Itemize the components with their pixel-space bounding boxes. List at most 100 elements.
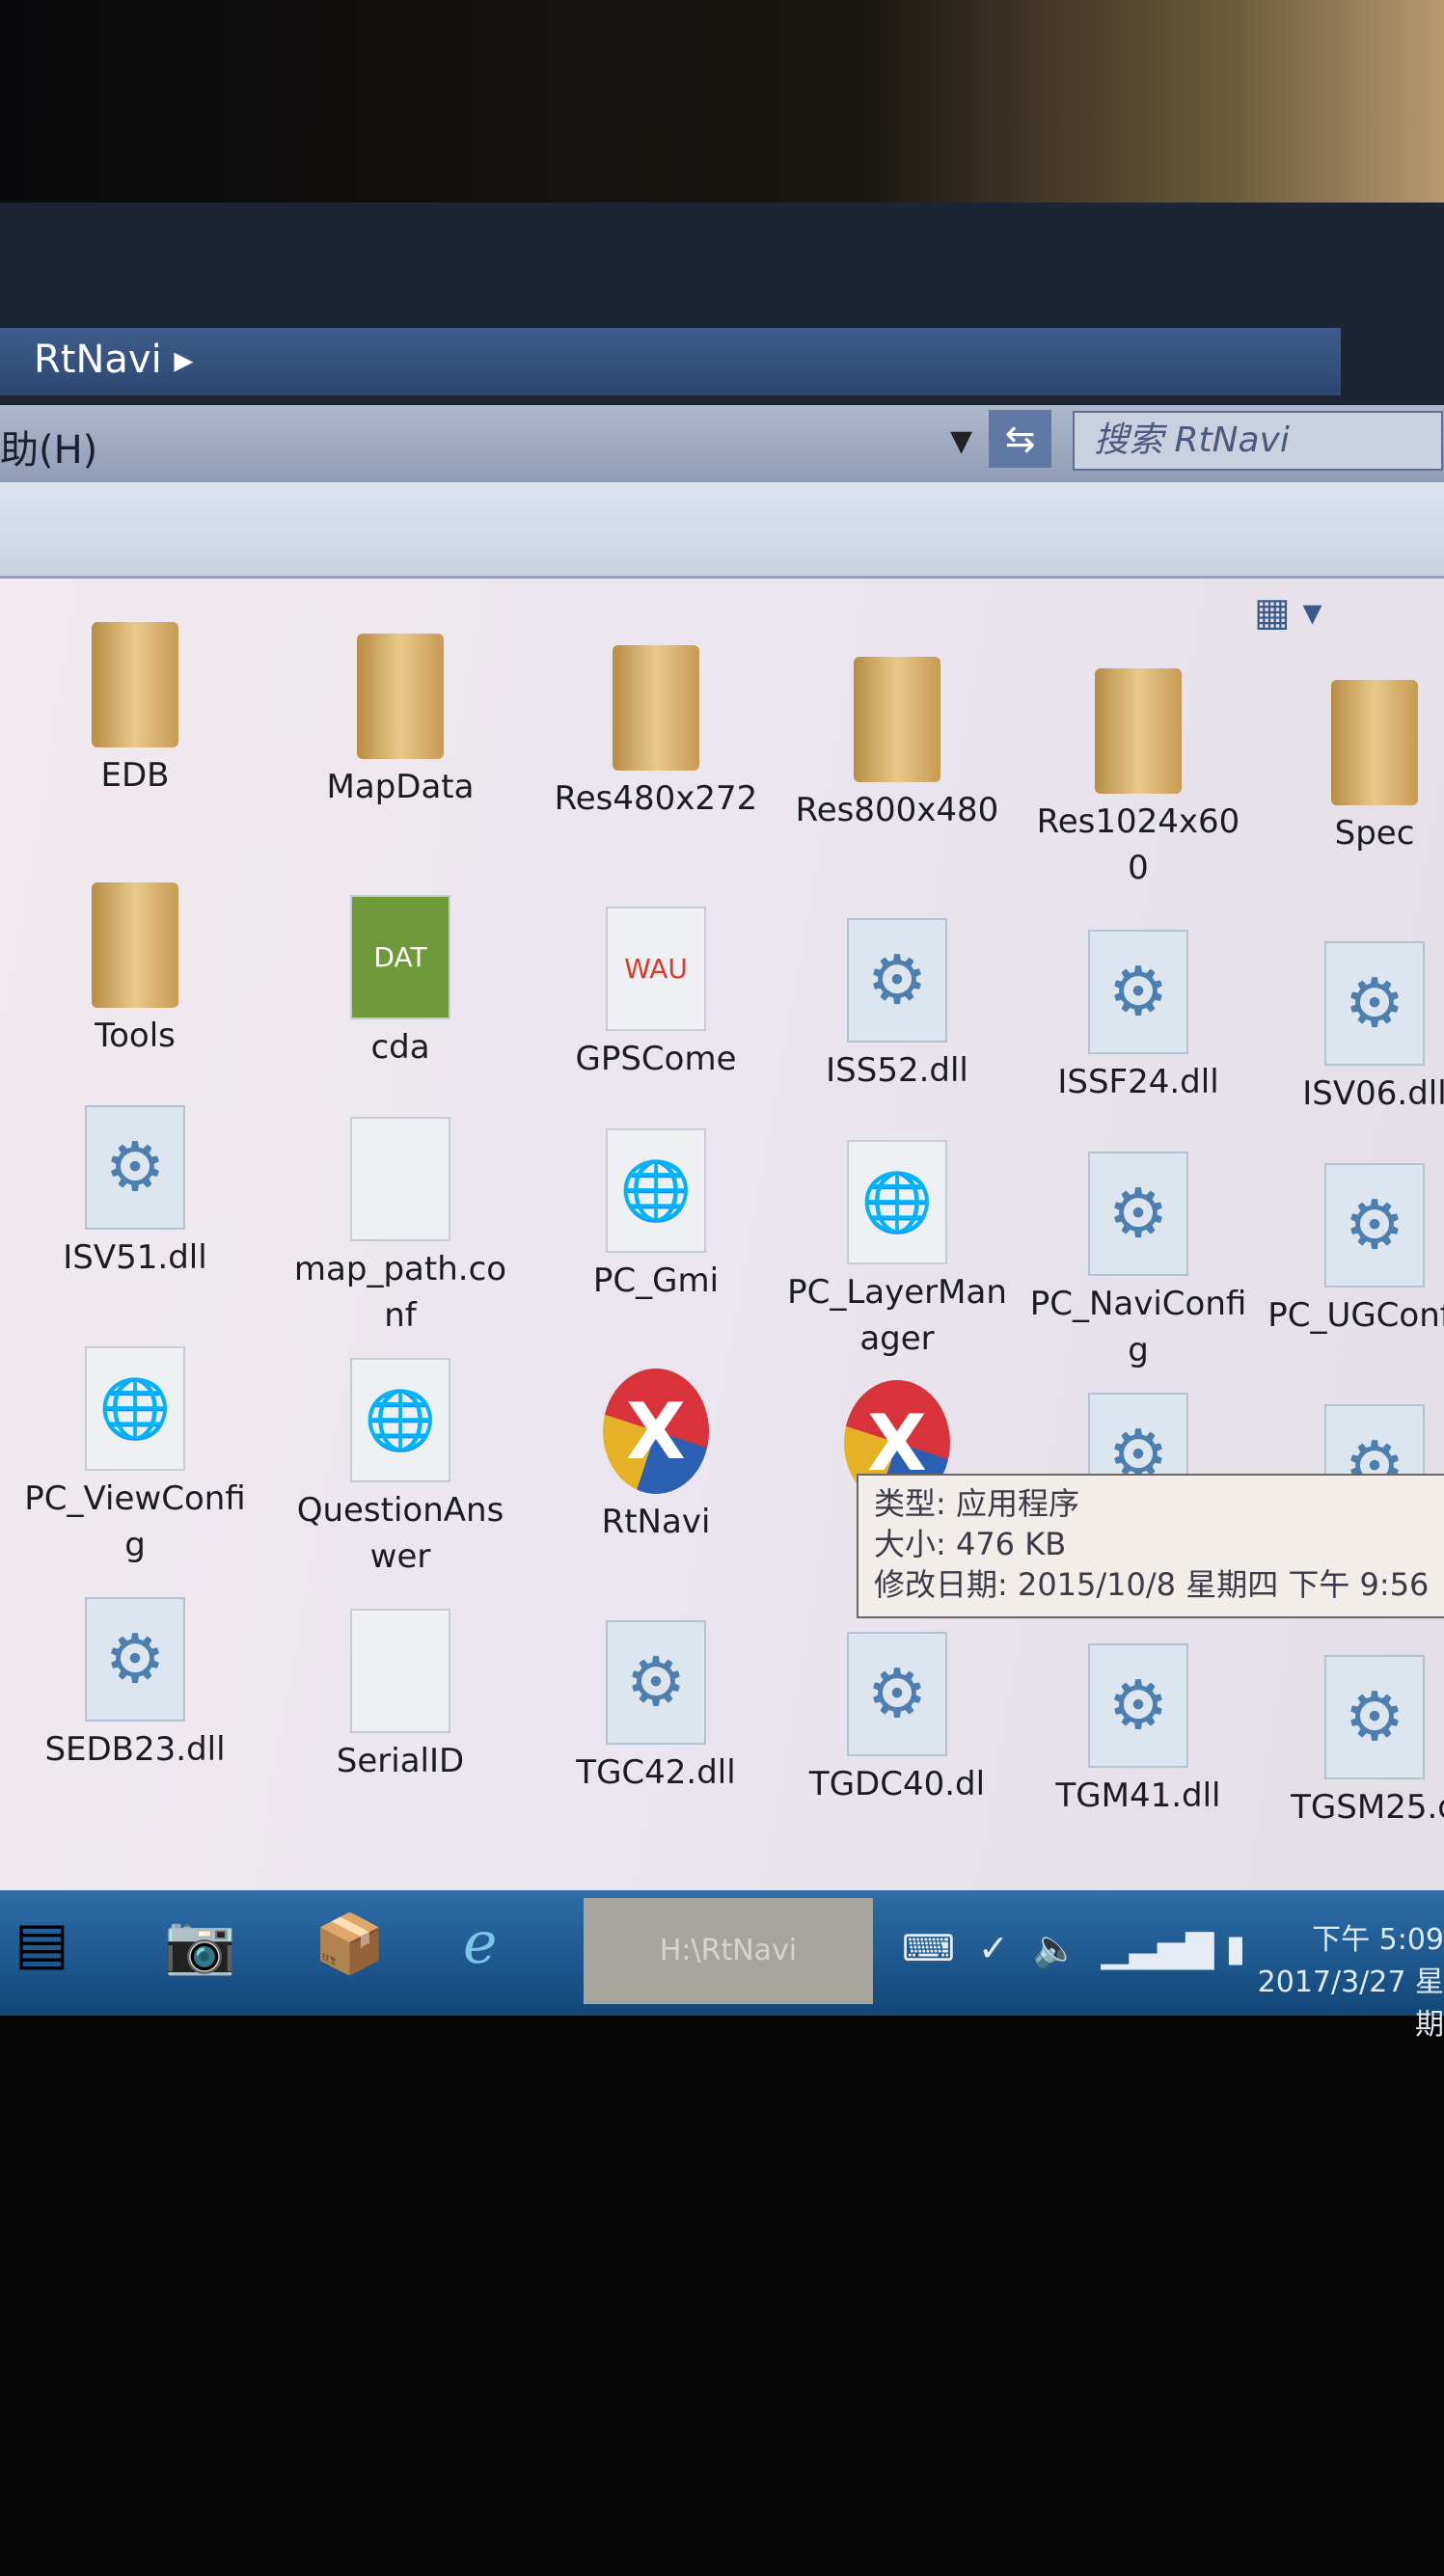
taskbar-explorer-window[interactable]: H:\RtNavi bbox=[584, 1898, 873, 2004]
file-name: ISV51.dll bbox=[63, 1238, 207, 1277]
file-item[interactable]: 🌐 QuestionAnswer bbox=[289, 1352, 511, 1580]
file-item[interactable]: Res480x272 bbox=[545, 640, 767, 822]
signal-icon[interactable]: ▁▃▅▇ bbox=[1102, 1927, 1214, 1969]
background-desk bbox=[0, 0, 1444, 212]
clock-time: 下午 5:09 bbox=[1312, 1923, 1444, 1957]
file-item[interactable]: ⚙ TGSM25.d bbox=[1264, 1649, 1444, 1830]
folder-icon bbox=[82, 617, 188, 752]
view-options-icon[interactable]: ▦ ▾ bbox=[1254, 590, 1322, 635]
file-list: ▦ ▾ EDB MapData Res480x272 Res800x480 Res102… bbox=[0, 579, 1444, 1890]
dat-file-icon: DAT bbox=[347, 889, 453, 1024]
dll-gear-icon: ⚙ bbox=[603, 1614, 709, 1749]
file-item[interactable]: Res1024x600 bbox=[1027, 664, 1249, 891]
start-icon[interactable]: ▤ bbox=[14, 1910, 69, 1977]
file-name: Res800x480 bbox=[795, 791, 999, 829]
menu-help[interactable]: 助(H) bbox=[0, 419, 97, 475]
file-name: PC_ViewConfig bbox=[24, 1479, 246, 1564]
refresh-icon[interactable]: ⇆ bbox=[989, 410, 1051, 468]
dll-gear-icon: ⚙ bbox=[1085, 924, 1191, 1059]
file-name: ISS52.dll bbox=[826, 1051, 968, 1090]
file-item[interactable]: SerialID bbox=[289, 1603, 511, 1784]
keyboard-icon[interactable]: ⌨ bbox=[902, 1927, 955, 1969]
dll-gear-icon: ⚙ bbox=[1321, 1649, 1428, 1784]
file-tooltip: 类型: 应用程序 大小: 476 KB 修改日期: 2015/10/8 星期四 … bbox=[857, 1474, 1444, 1618]
file-name: PC_Gmi bbox=[592, 1261, 720, 1300]
file-item[interactable]: ⚙ ISS52.dll bbox=[786, 912, 1008, 1094]
dll-gear-icon: ⚙ bbox=[82, 1591, 188, 1726]
rtnavi-app-icon: X bbox=[603, 1364, 709, 1499]
file-item[interactable]: EDB bbox=[24, 617, 246, 799]
box-app-icon[interactable]: 📦 bbox=[313, 1910, 386, 1978]
folder-icon bbox=[82, 878, 188, 1013]
file-name: SEDB23.dll bbox=[44, 1730, 226, 1769]
dll-gear-icon: ⚙ bbox=[844, 1626, 950, 1761]
folder-icon bbox=[1085, 664, 1191, 799]
address-bar[interactable]: RtNavi ▸ bbox=[0, 328, 1341, 395]
file-name: Res480x272 bbox=[554, 779, 758, 818]
file-name: map_path.conf bbox=[293, 1250, 507, 1335]
file-name: SerialID bbox=[336, 1742, 465, 1780]
file-item[interactable]: ⚙ ISV06.dll bbox=[1264, 935, 1444, 1117]
blank-file-icon bbox=[347, 1111, 453, 1246]
clock[interactable]: 下午 5:09 2017/3/27 星期 bbox=[1235, 1919, 1444, 2047]
file-item[interactable]: Res800x480 bbox=[786, 652, 1008, 833]
file-item[interactable]: ⚙ ISV51.dll bbox=[24, 1099, 246, 1281]
file-item[interactable]: DAT cda bbox=[289, 889, 511, 1071]
dll-gear-icon: ⚙ bbox=[844, 912, 950, 1047]
web-document-icon: 🌐 bbox=[82, 1341, 188, 1476]
file-name: cda bbox=[370, 1028, 430, 1067]
media-app-icon[interactable]: 📷 bbox=[164, 1910, 236, 1978]
file-name: GPSCome bbox=[575, 1040, 737, 1078]
file-item[interactable]: Tools bbox=[24, 878, 246, 1059]
web-document-icon: 🌐 bbox=[844, 1134, 950, 1269]
file-item[interactable]: 🌐 PC_Gmi bbox=[545, 1123, 767, 1304]
file-item[interactable]: 🌐 PC_ViewConfig bbox=[24, 1341, 246, 1568]
file-item[interactable]: Spec bbox=[1264, 675, 1444, 856]
file-item[interactable]: ⚙ ISSF24.dll bbox=[1027, 924, 1249, 1105]
file-name: Spec bbox=[1334, 814, 1415, 853]
file-name: TGM41.dll bbox=[1055, 1776, 1221, 1815]
file-item[interactable]: 🌐 PC_LayerManager bbox=[786, 1134, 1008, 1362]
dll-gear-icon: ⚙ bbox=[1321, 1157, 1428, 1292]
file-name: PC_UGConfig bbox=[1267, 1296, 1444, 1335]
dll-gear-icon: ⚙ bbox=[1085, 1638, 1191, 1773]
file-item[interactable]: MapData bbox=[289, 629, 511, 810]
file-name: Tools bbox=[95, 1017, 176, 1055]
web-document-icon: 🌐 bbox=[347, 1352, 453, 1487]
file-name: ISV06.dll bbox=[1302, 1074, 1444, 1113]
chevron-right-icon[interactable]: ▸ bbox=[174, 338, 193, 382]
clock-date: 2017/3/27 星期 bbox=[1257, 1966, 1444, 2042]
file-item[interactable]: WAU GPSCome bbox=[545, 901, 767, 1082]
file-item[interactable]: map_path.conf bbox=[289, 1111, 511, 1339]
dll-gear-icon: ⚙ bbox=[82, 1099, 188, 1234]
audio-file-icon: WAU bbox=[603, 901, 709, 1036]
file-item[interactable]: ⚙ SEDB23.dll bbox=[24, 1591, 246, 1773]
file-item[interactable]: ⚙ TGDC40.dl bbox=[786, 1626, 1008, 1807]
volume-icon[interactable]: 🔈 bbox=[1032, 1927, 1077, 1969]
folder-icon bbox=[844, 652, 950, 787]
file-name: PC_NaviConfig bbox=[1029, 1285, 1247, 1369]
folder-icon bbox=[603, 640, 709, 775]
search-input[interactable]: 搜索 RtNavi bbox=[1073, 411, 1443, 471]
dll-gear-icon: ⚙ bbox=[1321, 935, 1428, 1071]
file-item[interactable]: ⚙ PC_UGConfig bbox=[1264, 1157, 1444, 1339]
chevron-down-icon[interactable]: ▼ bbox=[950, 424, 972, 458]
file-name: TGDC40.dl bbox=[808, 1765, 986, 1803]
file-item[interactable]: ⚙ PC_NaviConfig bbox=[1027, 1146, 1249, 1373]
dll-gear-icon: ⚙ bbox=[1085, 1146, 1191, 1281]
ie-icon[interactable]: ℯ bbox=[463, 1910, 498, 1977]
file-item[interactable]: ⚙ TGC42.dll bbox=[545, 1614, 767, 1796]
file-name: EDB bbox=[100, 756, 170, 795]
file-name: RtNavi bbox=[601, 1503, 711, 1541]
file-item[interactable]: X RtNavi bbox=[545, 1364, 767, 1545]
taskbar: ▤ 📷 📦 ℯ H:\RtNavi ⌨ ✓ 🔈 ▁▃▅▇ ▮ 下午 5:09 20… bbox=[0, 1890, 1444, 2042]
file-name: MapData bbox=[326, 768, 475, 806]
breadcrumb-rtnavi[interactable]: RtNavi bbox=[34, 338, 162, 382]
file-item[interactable]: ⚙ TGM41.dll bbox=[1027, 1638, 1249, 1819]
file-name: TGSM25.d bbox=[1291, 1788, 1444, 1827]
file-name: TGC42.dll bbox=[576, 1753, 736, 1792]
blank-file-icon bbox=[347, 1603, 453, 1738]
web-document-icon: 🌐 bbox=[603, 1123, 709, 1258]
menu-row: 助(H) ▼ ⇆ 搜索 RtNavi bbox=[0, 405, 1444, 482]
network-icon[interactable]: ✓ bbox=[978, 1927, 1009, 1969]
